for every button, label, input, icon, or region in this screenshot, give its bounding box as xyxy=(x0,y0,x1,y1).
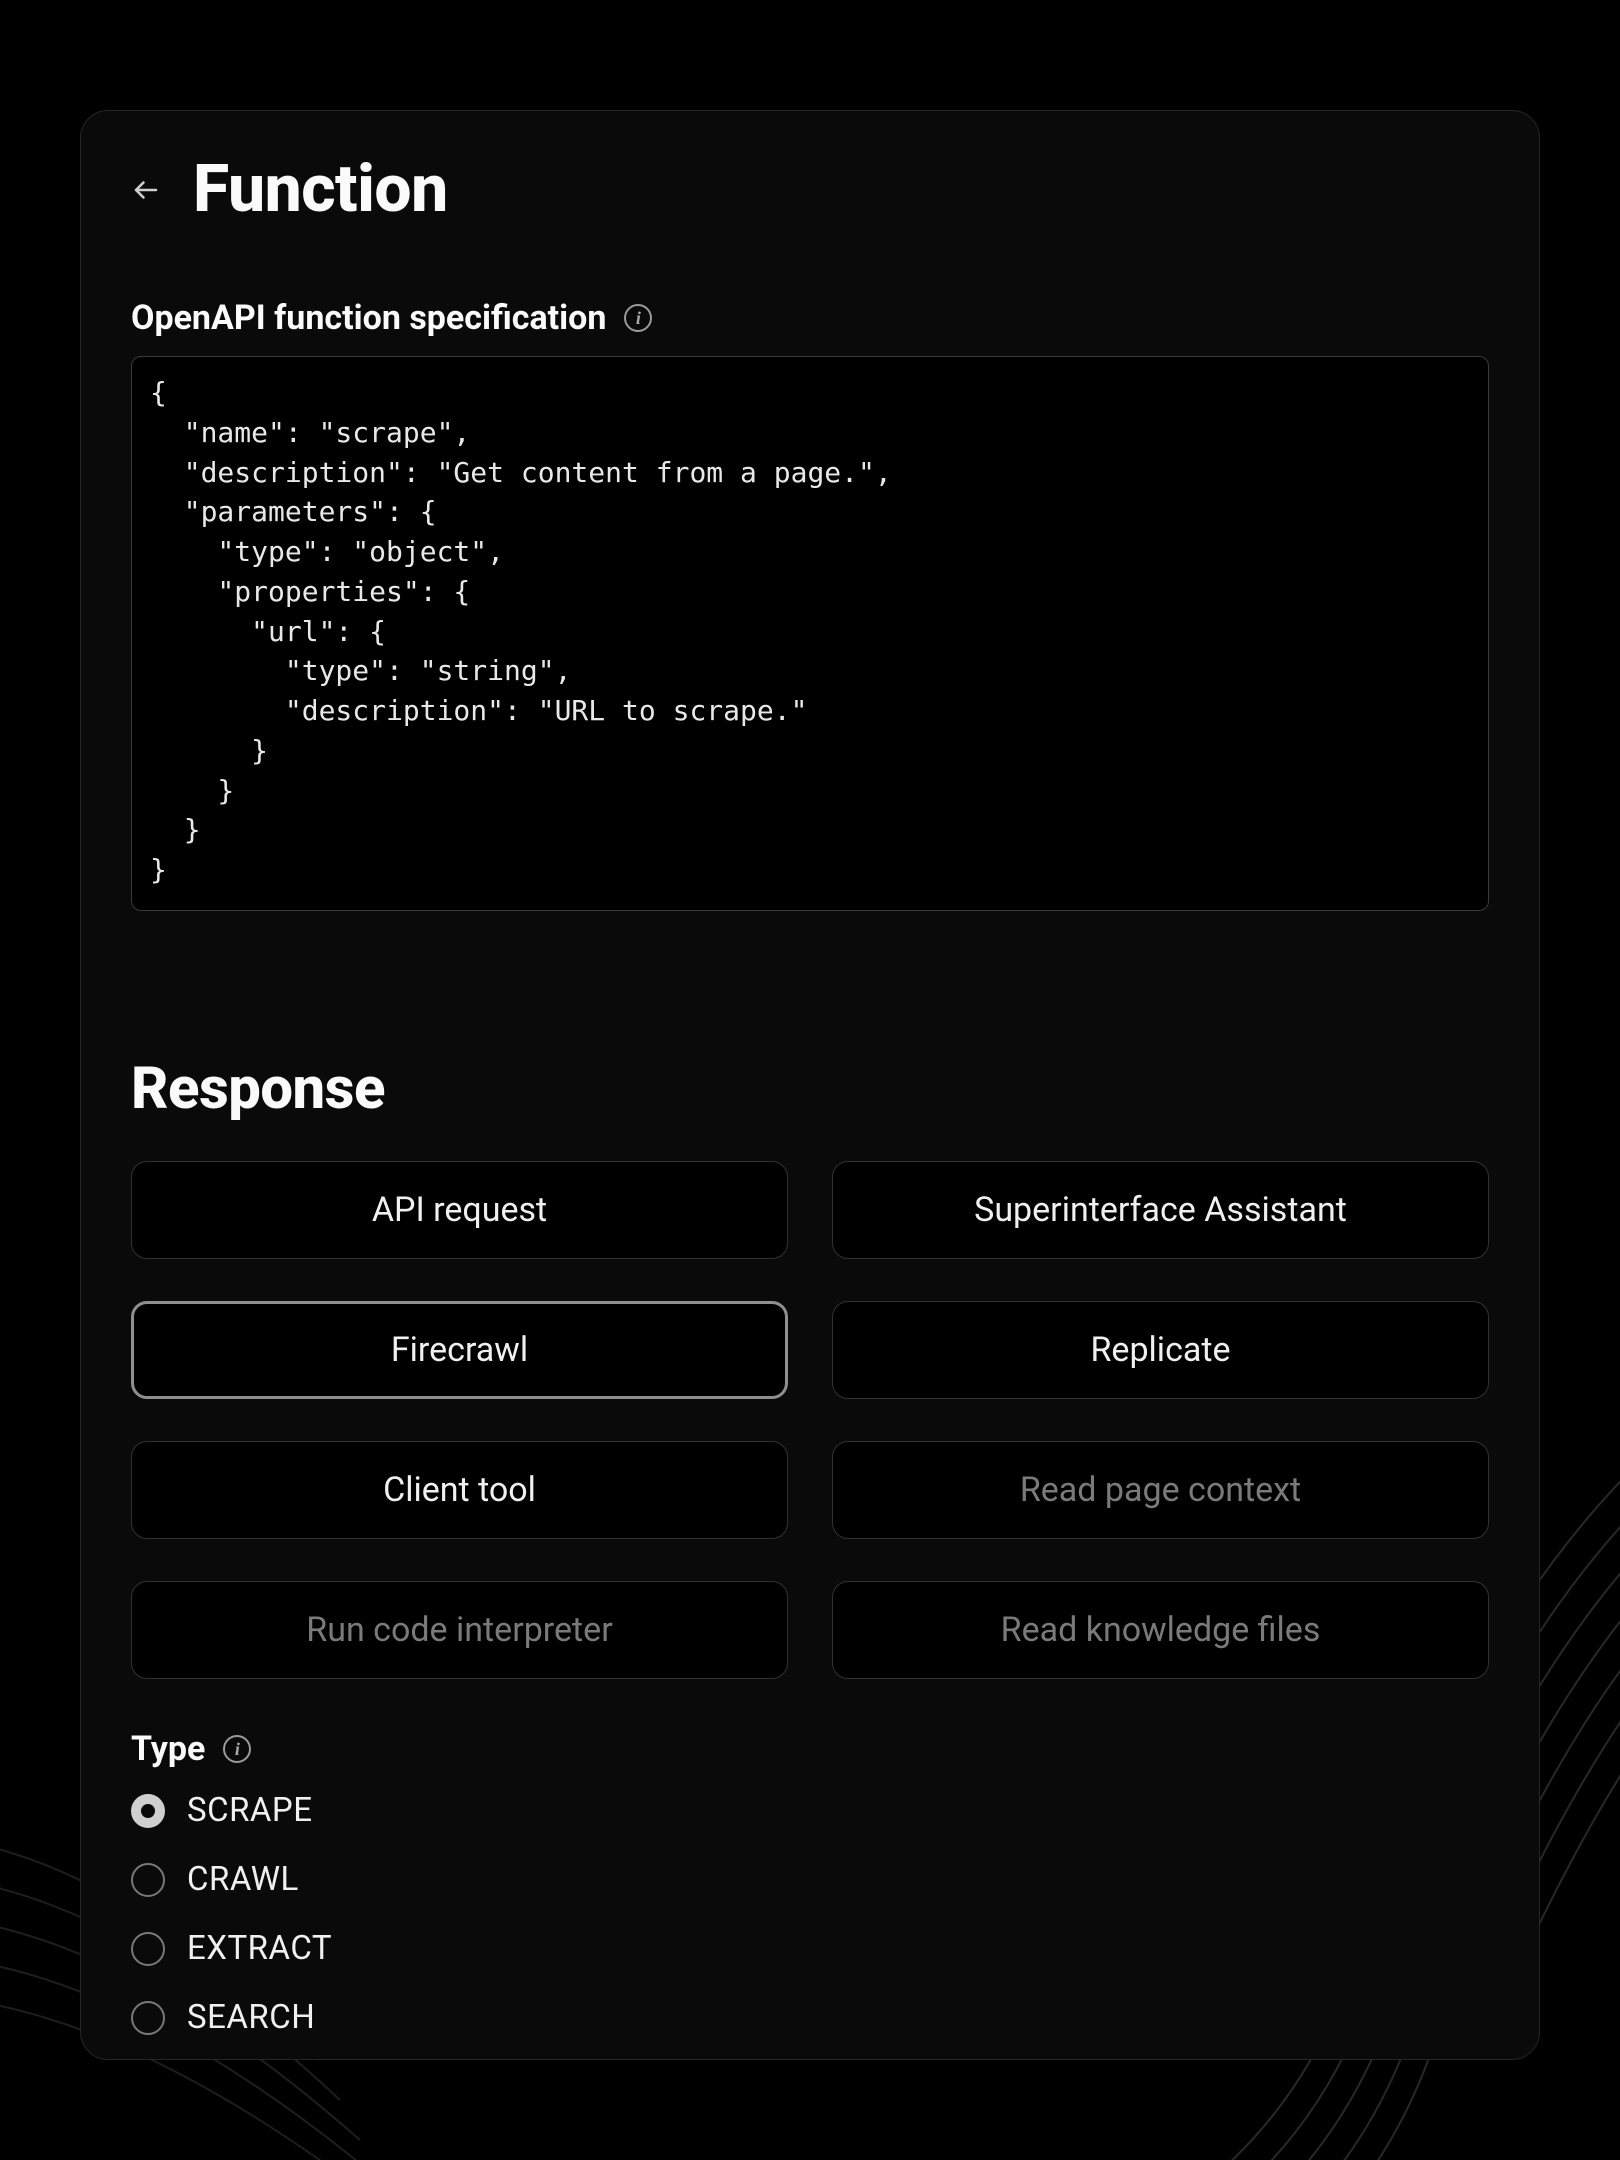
function-config-card: Function OpenAPI function specification … xyxy=(80,110,1540,2060)
response-option-button[interactable]: Replicate xyxy=(832,1301,1489,1399)
spec-label-row: OpenAPI function specification i xyxy=(131,298,1489,338)
response-option-button[interactable]: Superinterface Assistant xyxy=(832,1161,1489,1259)
type-radio-item[interactable]: EXTRACT xyxy=(131,1929,1489,1968)
type-radio-item[interactable]: SEARCH xyxy=(131,1998,1489,2037)
type-radio-label: SCRAPE xyxy=(187,1791,313,1830)
response-option-label: Replicate xyxy=(1090,1330,1230,1370)
response-option-button[interactable]: API request xyxy=(131,1161,788,1259)
radio-icon xyxy=(131,2001,165,2035)
radio-icon xyxy=(131,1863,165,1897)
back-arrow-icon[interactable] xyxy=(131,175,161,205)
type-radio-item[interactable]: CRAWL xyxy=(131,1860,1489,1899)
response-option-label: API request xyxy=(372,1190,547,1230)
type-radio-label: EXTRACT xyxy=(187,1929,332,1968)
response-heading: Response xyxy=(131,1055,1489,1123)
type-radio-group: SCRAPE CRAWL EXTRACT SEARCH xyxy=(131,1791,1489,2037)
response-option-button[interactable]: Client tool xyxy=(131,1441,788,1539)
info-icon[interactable]: i xyxy=(223,1735,251,1763)
response-option-label: Read page context xyxy=(1020,1470,1301,1510)
response-option-label: Firecrawl xyxy=(391,1330,528,1370)
response-option-button[interactable]: Read knowledge files xyxy=(832,1581,1489,1679)
title-row: Function xyxy=(131,151,1489,228)
response-option-label: Client tool xyxy=(383,1470,536,1510)
type-radio-item[interactable]: SCRAPE xyxy=(131,1791,1489,1830)
response-option-button[interactable]: Run code interpreter xyxy=(131,1581,788,1679)
response-option-button[interactable]: Read page context xyxy=(832,1441,1489,1539)
function-spec-input[interactable] xyxy=(131,356,1489,911)
response-option-label: Read knowledge files xyxy=(1001,1610,1321,1650)
radio-icon xyxy=(131,1794,165,1828)
type-radio-label: CRAWL xyxy=(187,1860,299,1899)
type-label-row: Type i xyxy=(131,1729,1489,1769)
response-option-button[interactable]: Firecrawl xyxy=(131,1301,788,1399)
type-label: Type xyxy=(131,1729,205,1769)
spec-label: OpenAPI function specification xyxy=(131,298,606,338)
response-option-label: Run code interpreter xyxy=(306,1610,612,1650)
radio-icon xyxy=(131,1932,165,1966)
info-icon[interactable]: i xyxy=(624,304,652,332)
response-options-grid: API request Superinterface Assistant Firec… xyxy=(131,1161,1489,1679)
type-radio-label: SEARCH xyxy=(187,1998,315,2037)
response-option-label: Superinterface Assistant xyxy=(974,1190,1347,1230)
page-title: Function xyxy=(193,151,448,228)
